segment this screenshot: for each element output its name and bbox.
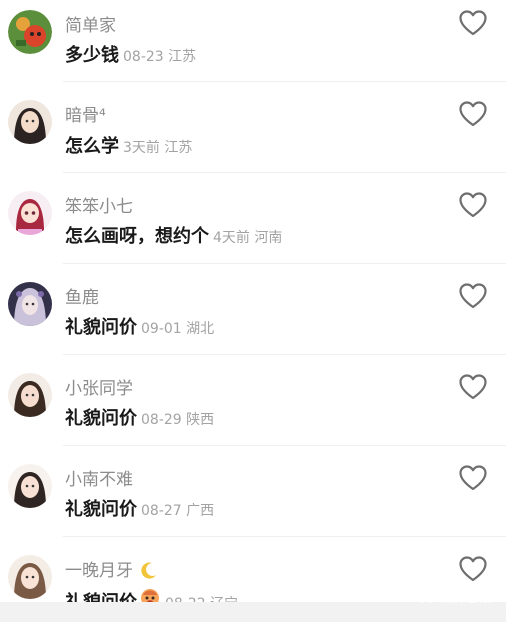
like-heart-icon[interactable] <box>459 283 487 309</box>
comment-text: 怎么学 <box>65 136 119 157</box>
comment-meta: 3天前 江苏 <box>123 140 193 156</box>
commenter-name[interactable]: 笨笨小七 <box>65 192 133 217</box>
comment-row: 简单家 多少钱 08-23 江苏 <box>0 0 506 90</box>
comment-body[interactable]: 怎么学 3天前 江苏 <box>65 132 192 158</box>
comment-meta: 4天前 河南 <box>213 230 283 246</box>
comment-row: 鱼鹿 礼貌问价 09-01 湖北 <box>0 273 506 363</box>
comment-meta: 08-29 陕西 <box>141 412 215 428</box>
wechat-channel-icon <box>415 590 436 603</box>
divider <box>63 263 506 264</box>
like-heart-icon[interactable] <box>459 192 487 218</box>
avatar[interactable] <box>8 373 52 417</box>
avatar-girl-icon <box>8 464 52 508</box>
comment-text: 礼貌问价 <box>65 317 137 338</box>
divider <box>63 536 506 537</box>
comment-row: 暗骨⁴ 怎么学 3天前 江苏 <box>0 91 506 181</box>
like-heart-icon[interactable] <box>459 465 487 491</box>
like-heart-icon[interactable] <box>459 101 487 127</box>
commenter-name[interactable]: 一晚月牙 <box>65 556 158 581</box>
comment-text: 礼貌问价 <box>65 408 137 429</box>
commenter-name[interactable]: 小南不难 <box>65 465 133 490</box>
comment-row: 小南不难 礼貌问价 08-27 广西 <box>0 455 506 545</box>
avatar-cartoon-icon <box>8 10 52 54</box>
avatar[interactable] <box>8 464 52 508</box>
divider <box>63 81 506 82</box>
crescent-moon-icon <box>141 562 157 579</box>
watermark-label: 凤神思维 <box>439 591 492 606</box>
comment-body[interactable]: 多少钱 08-23 江苏 <box>65 41 196 67</box>
commenter-name[interactable]: 暗骨⁴ <box>65 101 106 126</box>
comment-body[interactable]: 怎么画呀，想约个 4天前 河南 <box>65 222 282 248</box>
comment-text: 多少钱 <box>65 45 119 66</box>
comment-body[interactable]: 礼貌问价 09-01 湖北 <box>65 313 214 339</box>
avatar[interactable] <box>8 10 52 54</box>
avatar-girl-icon <box>8 100 52 144</box>
avatar-girl-icon <box>8 555 52 599</box>
like-heart-icon[interactable] <box>459 374 487 400</box>
divider <box>63 445 506 446</box>
comment-body[interactable]: 礼貌问价 08-29 陕西 <box>65 404 214 430</box>
commenter-name[interactable]: 鱼鹿 <box>65 283 99 308</box>
avatar-anime-girl-icon <box>8 191 52 235</box>
divider <box>63 172 506 173</box>
like-heart-icon[interactable] <box>459 10 487 36</box>
avatar[interactable] <box>8 100 52 144</box>
commenter-name[interactable]: 小张同学 <box>65 374 133 399</box>
commenter-name-text: 一晚月牙 <box>65 561 133 581</box>
like-heart-icon[interactable] <box>459 556 487 582</box>
commenter-name[interactable]: 简单家 <box>65 11 116 36</box>
avatar[interactable] <box>8 282 52 326</box>
comment-text: 礼貌问价 <box>65 499 137 520</box>
comment-meta: 09-01 湖北 <box>141 321 215 337</box>
avatar-girl-icon <box>8 373 52 417</box>
comment-text: 怎么画呀，想约个 <box>65 226 209 247</box>
comment-row: 笨笨小七 怎么画呀，想约个 4天前 河南 <box>0 182 506 272</box>
avatar[interactable] <box>8 191 52 235</box>
comment-row: 小张同学 礼貌问价 08-29 陕西 <box>0 364 506 454</box>
watermark: 凤神思维 <box>415 587 492 606</box>
comment-meta: 08-27 广西 <box>141 503 215 519</box>
divider <box>63 354 506 355</box>
comment-body[interactable]: 礼貌问价 08-27 广西 <box>65 495 214 521</box>
comment-meta: 08-23 江苏 <box>123 49 197 65</box>
avatar[interactable] <box>8 555 52 599</box>
avatar-illustration-icon <box>8 282 52 326</box>
